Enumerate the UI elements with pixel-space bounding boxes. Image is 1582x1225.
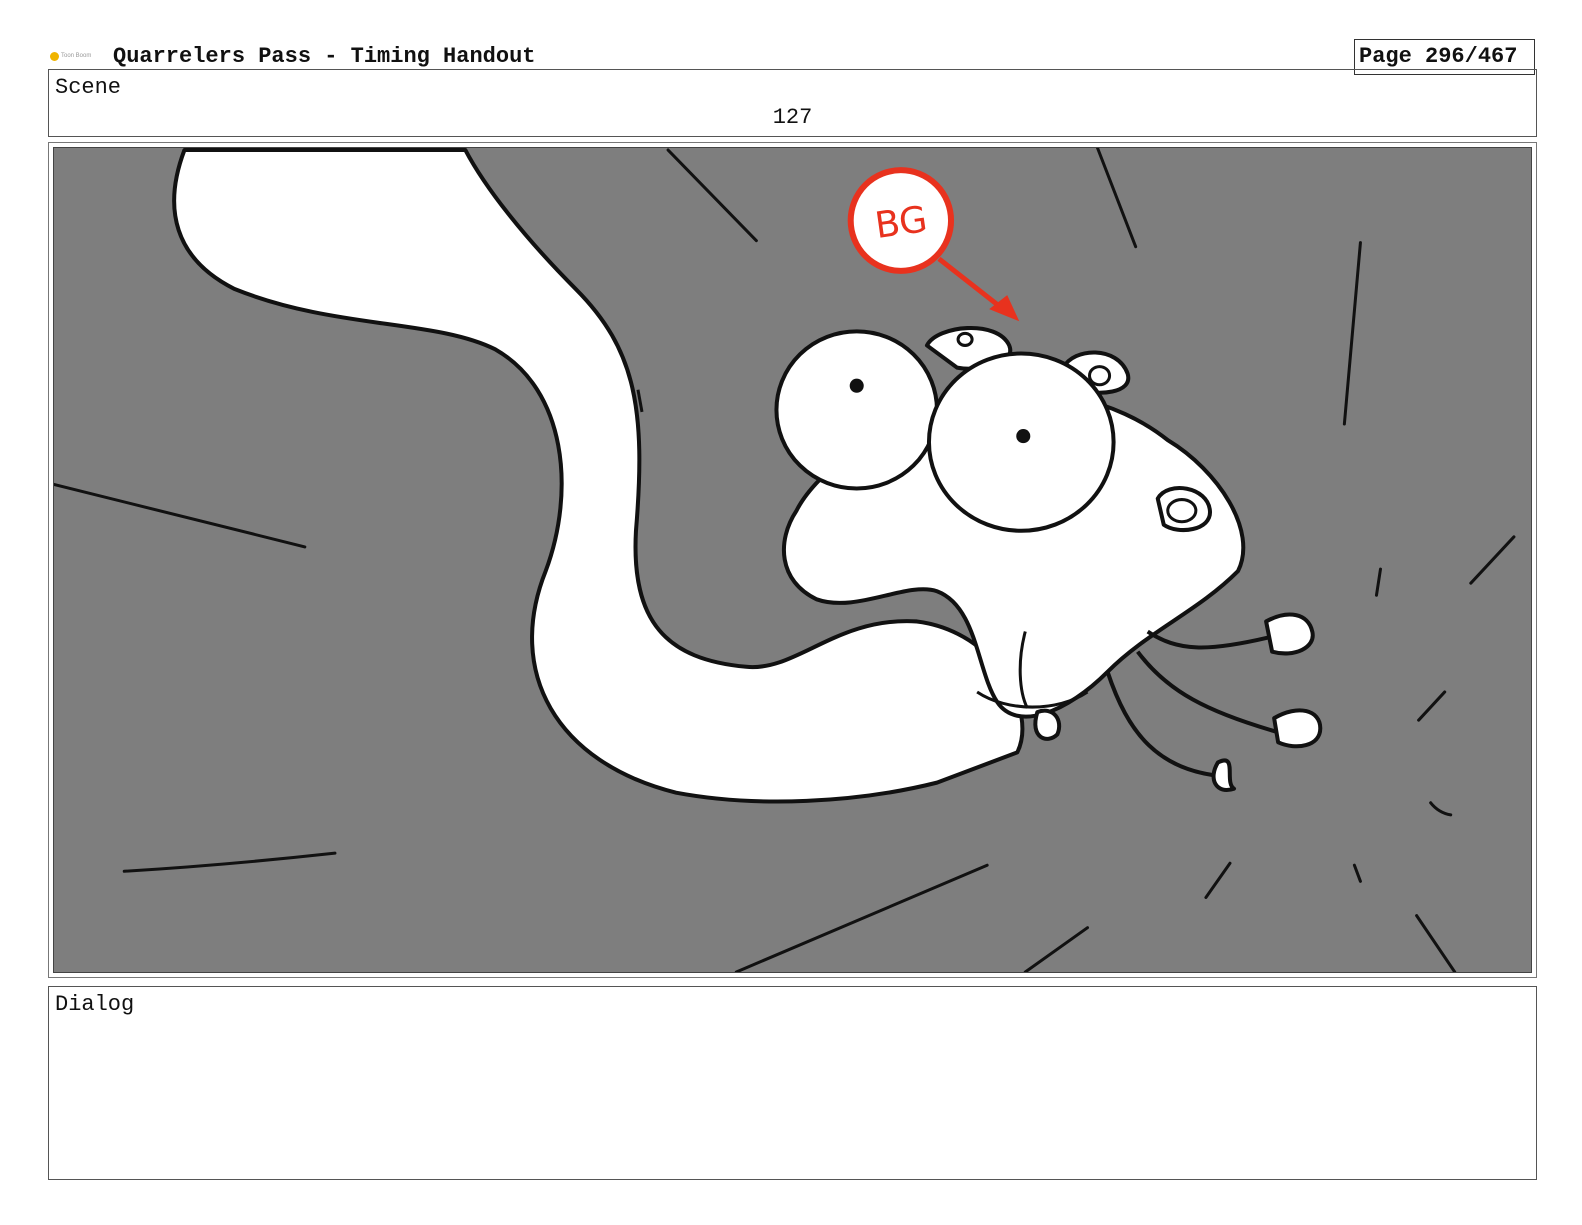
storyboard-sketch: BG (54, 148, 1516, 972)
document-title: Quarrelers Pass - Timing Handout (113, 44, 536, 69)
scene-number: 127 (772, 105, 813, 130)
scene-label: Scene (55, 75, 122, 100)
creature-eye-left (774, 329, 939, 491)
creature-arm-3 (1105, 671, 1229, 779)
bg-annotation: BG (847, 167, 1020, 322)
creature-arm-2 (1136, 650, 1279, 735)
panel-drawing: BG (53, 147, 1532, 973)
creature-arm-1 (1146, 629, 1269, 650)
dialog-label: Dialog (55, 992, 135, 1017)
tentacle-mark (636, 389, 644, 413)
creature-hand-2 (1272, 708, 1323, 749)
pupil-left (849, 378, 864, 393)
scene-field: Scene 127 (48, 69, 1537, 137)
creature-head-bump-3 (1155, 486, 1212, 533)
pupil-right (1016, 429, 1031, 444)
page-number: Page 296/467 (1359, 44, 1518, 69)
bg-tag: BG (872, 197, 930, 247)
storyboard-panel: BG (48, 142, 1537, 978)
toon-boom-logo: Toon Boom (50, 50, 100, 62)
creature-hand-3 (1211, 758, 1237, 792)
creature-small-hand (1033, 708, 1062, 741)
bg-arrow-line (937, 256, 1005, 312)
creature-hand-1 (1264, 612, 1315, 656)
dialog-field: Dialog (48, 986, 1537, 1180)
logo-text: Toon Boom (61, 53, 92, 59)
sun-icon (50, 51, 59, 61)
